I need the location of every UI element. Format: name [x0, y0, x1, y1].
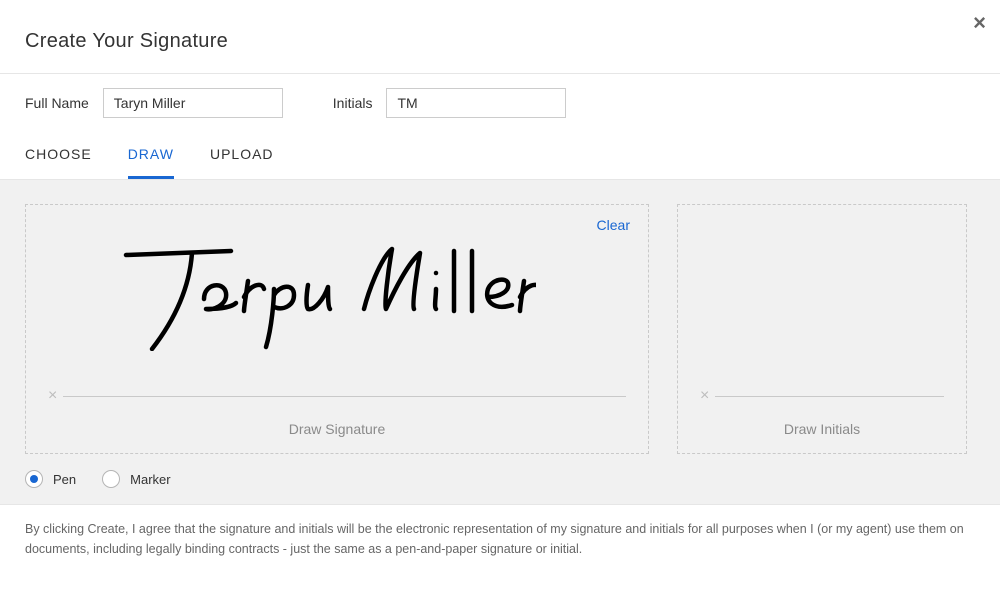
initials-panel-label: Draw Initials	[678, 421, 966, 437]
dialog-header: Create Your Signature	[0, 0, 1000, 73]
close-icon[interactable]: ×	[973, 10, 986, 36]
name-fields: Full Name Initials	[0, 74, 1000, 132]
signature-panel-label: Draw Signature	[26, 421, 648, 437]
tab-upload[interactable]: UPLOAD	[210, 132, 274, 179]
signature-dialog: × Create Your Signature Full Name Initia…	[0, 0, 1000, 600]
clear-button[interactable]: Clear	[597, 217, 630, 233]
signature-line: ×	[48, 387, 626, 405]
marker-radio[interactable]	[102, 470, 120, 488]
disclaimer-text: By clicking Create, I agree that the sig…	[0, 504, 1000, 559]
marker-label: Marker	[130, 472, 170, 487]
tabs: CHOOSE DRAW UPLOAD	[0, 132, 1000, 180]
pen-radio[interactable]	[25, 470, 43, 488]
dialog-title: Create Your Signature	[25, 30, 975, 53]
fullname-input[interactable]	[103, 88, 283, 118]
line-mark-icon: ×	[48, 387, 57, 405]
brush-selector: Pen Marker	[25, 470, 975, 488]
signature-panel[interactable]: Clear	[25, 204, 649, 454]
fullname-label: Full Name	[25, 95, 89, 111]
tab-draw[interactable]: DRAW	[128, 132, 174, 179]
initials-panel[interactable]: × Draw Initials	[677, 204, 967, 454]
line-mark-icon: ×	[700, 387, 709, 405]
initials-label: Initials	[333, 95, 373, 111]
tab-choose[interactable]: CHOOSE	[25, 132, 92, 179]
canvas-area: Clear	[0, 180, 1000, 504]
signature-drawing	[116, 241, 536, 351]
pen-label: Pen	[53, 472, 76, 487]
initials-input[interactable]	[386, 88, 566, 118]
initials-line: ×	[700, 387, 944, 405]
